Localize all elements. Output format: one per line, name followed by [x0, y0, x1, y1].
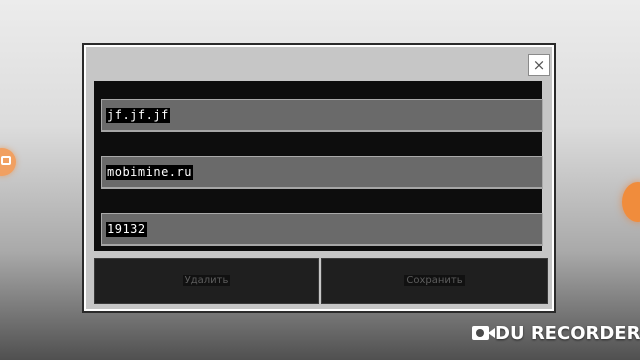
server-name-field[interactable]: jf.jf.jf: [101, 99, 543, 132]
delete-button-label: Удалить: [182, 275, 231, 286]
camera-icon: [1, 156, 11, 165]
close-button[interactable]: ×: [528, 54, 550, 76]
video-camera-icon: [472, 326, 495, 340]
server-edit-dialog: × jf.jf.jf mobimine.ru 19132 Удалить Сох…: [84, 45, 554, 311]
delete-button[interactable]: Удалить: [94, 258, 319, 304]
floating-camera-button[interactable]: [0, 148, 16, 176]
save-button-label: Сохранить: [404, 275, 465, 286]
server-address-field[interactable]: mobimine.ru: [101, 156, 543, 189]
server-form: jf.jf.jf mobimine.ru 19132: [94, 81, 543, 251]
server-port-value: 19132: [106, 222, 147, 237]
recorder-watermark: DU RECORDER: [472, 322, 640, 346]
server-name-value: jf.jf.jf: [106, 108, 170, 123]
watermark-text: DU RECORDER: [495, 323, 640, 344]
floating-recorder-button[interactable]: [622, 182, 640, 222]
save-button[interactable]: Сохранить: [321, 258, 548, 304]
server-address-value: mobimine.ru: [106, 165, 193, 180]
server-port-field[interactable]: 19132: [101, 213, 543, 246]
